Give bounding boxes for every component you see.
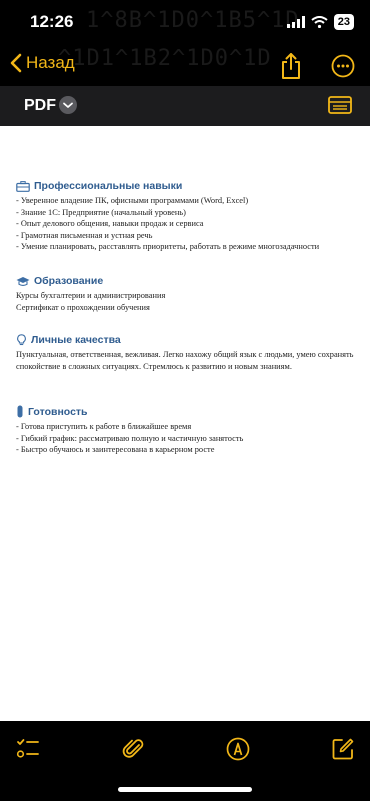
- pdf-title[interactable]: PDF: [24, 97, 56, 115]
- back-label: Назад: [26, 53, 75, 72]
- paperclip-icon[interactable]: [122, 737, 146, 761]
- section-heading: Образование: [16, 275, 361, 287]
- briefcase-icon: [16, 180, 30, 192]
- list-item: - Быстро обучаюсь и заинтересована в кар…: [16, 445, 215, 454]
- ghost-overlay-text: 1^8B^1D0^1B5^1D: [86, 8, 300, 33]
- list-item: Курсы бухгалтерии и администрирования: [16, 291, 166, 300]
- section-readiness: Готовность - Готова приступить к работе …: [16, 405, 361, 456]
- section-title: Образование: [34, 275, 104, 287]
- ghost-overlay-text-2: ^1D1^1B2^1D0^1D: [58, 46, 272, 71]
- section-skills: Профессиональные навыки - Уверенное влад…: [16, 180, 361, 253]
- section-title: Личные качества: [31, 334, 121, 346]
- home-indicator[interactable]: [118, 787, 252, 792]
- section-paragraph: Пунктуальная, ответственная, вежливая. Л…: [16, 350, 354, 371]
- section-heading: Профессиональные навыки: [16, 180, 361, 192]
- section-personal-qualities: Личные качества Пунктуальная, ответствен…: [16, 334, 361, 372]
- list-item: - Знание 1С: Предприятие (начальный уров…: [16, 207, 186, 217]
- list-item: - Гибкий график: рассматриваю полную и ч…: [16, 433, 244, 443]
- graduation-cap-icon: [16, 276, 30, 286]
- list-item: - Грамотная письменная и устная речь: [16, 230, 153, 240]
- share-icon[interactable]: [279, 52, 303, 80]
- list-item: - Умение планировать, расставлять приори…: [16, 242, 320, 251]
- compose-icon[interactable]: [331, 737, 355, 761]
- checklist-icon[interactable]: [16, 737, 40, 761]
- browser-window-icon[interactable]: [328, 96, 352, 114]
- list-item: - Готова приступить к работе в ближайшее…: [16, 422, 192, 431]
- pdf-toolbar: PDF: [0, 86, 370, 126]
- list-item: Сертификат о прохождении обучения: [16, 302, 150, 312]
- list-item: - Опыт делового общения, навыки продаж и…: [16, 219, 204, 228]
- chevron-down-icon[interactable]: [59, 96, 77, 114]
- lightbulb-icon: [17, 334, 26, 346]
- section-title: Профессиональные навыки: [34, 180, 183, 192]
- markup-pen-icon[interactable]: [226, 737, 250, 761]
- cellular-signal-icon: [286, 16, 305, 28]
- wifi-icon: [311, 16, 328, 28]
- battery-indicator: 23: [333, 14, 354, 30]
- pdf-document-page: Профессиональные навыки - Уверенное влад…: [0, 126, 370, 721]
- thermometer-icon: [17, 405, 23, 418]
- status-bar: 12:26 1^8B^1D0^1B5^1D 23: [0, 0, 370, 46]
- list-item: - Уверенное владение ПК, офисными програ…: [16, 196, 249, 205]
- status-time: 12:26: [30, 12, 74, 31]
- section-education: Образование Курсы бухгалтерии и админист…: [16, 275, 361, 313]
- section-heading: Готовность: [16, 405, 361, 418]
- status-icons: 23: [286, 14, 354, 30]
- section-title: Готовность: [28, 405, 88, 418]
- bottom-toolbar: [0, 721, 370, 801]
- chevron-left-icon: [10, 53, 22, 73]
- back-button[interactable]: Назад: [8, 52, 75, 74]
- section-heading: Личные качества: [16, 334, 361, 346]
- navigation-bar: ^1D1^1B2^1D0^1D Назад: [0, 46, 370, 86]
- more-options-icon[interactable]: [331, 54, 355, 78]
